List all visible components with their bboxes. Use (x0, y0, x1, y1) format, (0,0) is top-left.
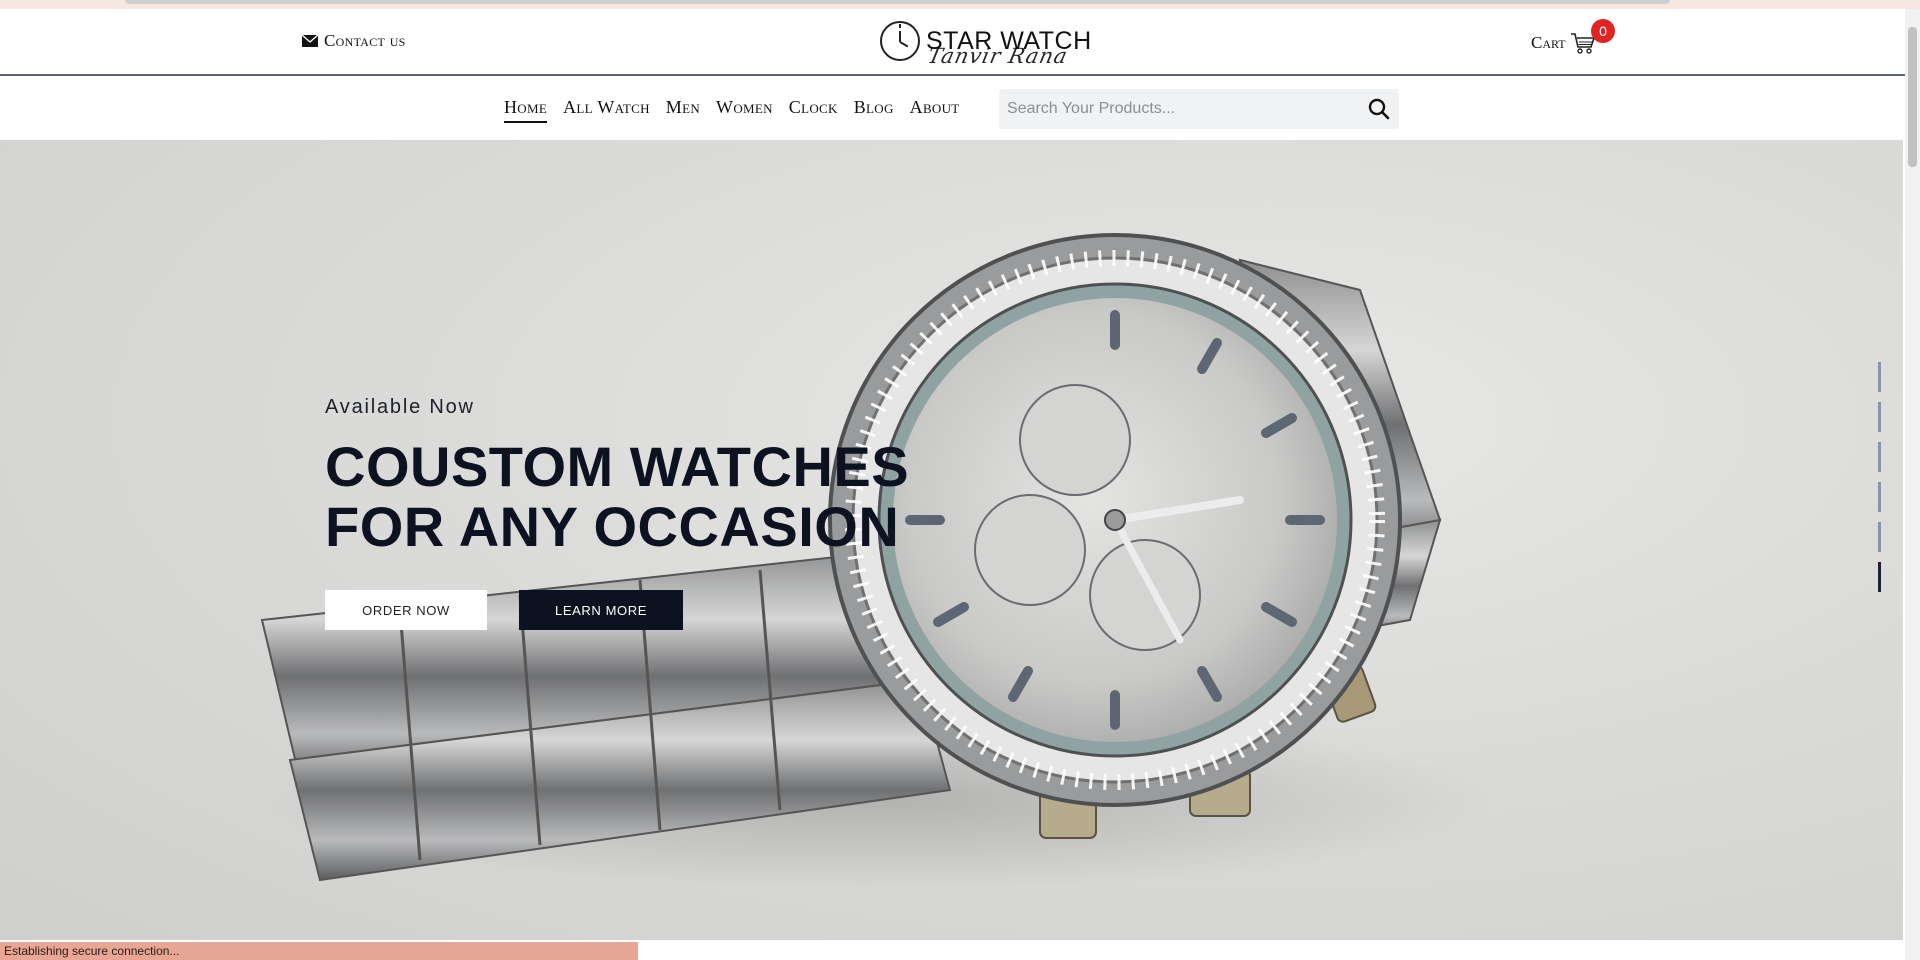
site-header: Contact us STAR WATCH Tanvir Rana Cart 0 (0, 9, 1905, 76)
search-bar (999, 89, 1399, 129)
main-nav: Home All Watch Men Women Clock Blog Abou… (0, 76, 1905, 140)
contact-us-label: Contact us (324, 31, 406, 50)
nav-item-home[interactable]: Home (504, 97, 548, 123)
search-button[interactable] (1359, 89, 1399, 129)
slider-indicator-4[interactable] (1878, 482, 1881, 512)
hero-headline: COUSTOM WATCHES FOR ANY OCCASION (325, 437, 909, 557)
watch-hero-image (260, 233, 1500, 890)
page-scrollbar[interactable] (1905, 9, 1920, 960)
nav-item-clock[interactable]: Clock (789, 97, 838, 123)
nav-item-blog[interactable]: Blog (854, 97, 894, 123)
slider-indicator-1[interactable] (1878, 362, 1881, 392)
top-strip-pill (125, 0, 1670, 4)
slider-indicator-2[interactable] (1878, 402, 1881, 432)
nav-item-men[interactable]: Men (666, 97, 700, 123)
search-input[interactable] (999, 99, 1359, 119)
nav-item-women[interactable]: Women (716, 97, 773, 123)
learn-more-button[interactable]: LEARN MORE (519, 590, 683, 630)
hero-text: Available Now COUSTOM WATCHES FOR ANY OC… (325, 396, 909, 557)
browser-status-bar: Establishing secure connection... (0, 942, 638, 960)
search-icon (1368, 98, 1390, 120)
site-logo[interactable]: STAR WATCH Tanvir Rana (880, 21, 1092, 68)
envelope-icon (302, 35, 318, 47)
order-now-button[interactable]: ORDER NOW (325, 590, 487, 630)
clock-logo-icon (880, 21, 920, 61)
scrollbar-thumb[interactable] (1908, 27, 1917, 167)
logo-signature-text: Tanvir Rana (925, 43, 1071, 68)
cart-link[interactable]: Cart 0 (1531, 19, 1615, 55)
slider-indicator-6[interactable] (1878, 562, 1881, 592)
contact-us-link[interactable]: Contact us (302, 31, 406, 51)
hero-eyebrow: Available Now (325, 396, 475, 418)
cart-label: Cart (1531, 33, 1566, 52)
hero-headline-line-1: COUSTOM WATCHES (325, 435, 910, 498)
nav-item-about[interactable]: About (910, 97, 960, 123)
hero-headline-line-2: FOR ANY OCCASION (325, 495, 900, 558)
nav-list: Home All Watch Men Women Clock Blog Abou… (504, 97, 960, 123)
slider-indicator-3[interactable] (1878, 442, 1881, 472)
hero-slider: Available Now COUSTOM WATCHES FOR ANY OC… (0, 140, 1903, 940)
hero-cta-group: ORDER NOW LEARN MORE (325, 590, 683, 630)
nav-item-all-watch[interactable]: All Watch (563, 97, 650, 123)
cart-count-badge: 0 (1591, 19, 1615, 43)
slider-indicators (1878, 362, 1881, 592)
slider-indicator-5[interactable] (1878, 522, 1881, 552)
